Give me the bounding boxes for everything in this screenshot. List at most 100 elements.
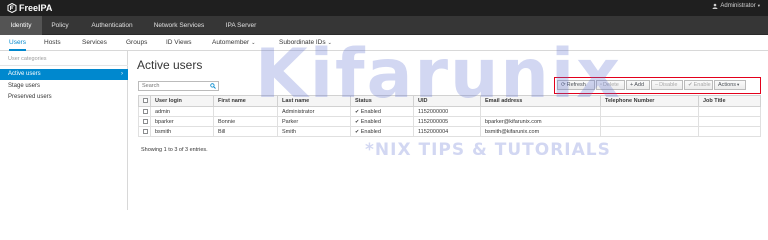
- email-cell: bsmith@kifarunix.com: [480, 126, 601, 137]
- sidebar-item-stage-users[interactable]: Stage users: [0, 81, 128, 92]
- tab-authentication[interactable]: Authentication: [80, 16, 144, 35]
- job-title-cell: [698, 106, 761, 117]
- check-icon: ✔: [355, 118, 360, 125]
- table-row: bsmith Bill Smith ✔ Enabled 1152000004 b…: [138, 126, 761, 137]
- row-select-cell: [138, 116, 151, 127]
- column-header[interactable]: UID: [413, 95, 481, 107]
- phone-cell: [600, 116, 699, 127]
- subtab-services[interactable]: Services: [82, 35, 107, 51]
- secondary-nav: Users Hosts Services Groups ID Views Aut…: [0, 35, 768, 51]
- sidebar-item-preserved-users[interactable]: Preserved users: [0, 92, 128, 103]
- column-header[interactable]: Status: [350, 95, 414, 107]
- phone-cell: [600, 106, 699, 117]
- tab-network-services[interactable]: Network Services: [144, 16, 214, 35]
- subtab-id-views[interactable]: ID Views: [166, 35, 192, 51]
- first-name-cell: [213, 106, 278, 117]
- column-header[interactable]: First name: [213, 95, 278, 107]
- select-all-checkbox[interactable]: [143, 98, 148, 104]
- row-checkbox[interactable]: [143, 108, 148, 114]
- status-label: Enabled: [360, 108, 381, 115]
- actions-dropdown[interactable]: Actions ▾: [714, 80, 746, 90]
- freeipa-logo-icon: [7, 3, 17, 13]
- search-icon: [209, 83, 216, 89]
- tab-policy[interactable]: Policy: [42, 16, 78, 35]
- masthead: FreeIPA Administrator ▾: [0, 0, 768, 16]
- tab-identity[interactable]: Identity: [0, 16, 42, 35]
- table-row: admin Administrator ✔ Enabled 1152000000: [138, 106, 761, 117]
- divider: [0, 65, 128, 66]
- status-cell: ✔ Enabled: [350, 106, 414, 117]
- disable-label: Disable: [659, 82, 678, 88]
- row-checkbox[interactable]: [143, 118, 148, 124]
- column-header[interactable]: User login: [150, 95, 214, 107]
- brand-logo[interactable]: FreeIPA: [7, 2, 52, 14]
- refresh-button[interactable]: ⟳ Refresh: [557, 80, 595, 90]
- user-login-link[interactable]: bsmith: [150, 126, 214, 137]
- last-name-cell: Parker: [277, 116, 351, 127]
- subtab-subordinate-ids-label: Subordinate IDs: [279, 39, 326, 46]
- row-select-cell: [138, 106, 151, 117]
- user-login-link[interactable]: admin: [150, 106, 214, 117]
- enable-label: Enable: [693, 82, 711, 88]
- refresh-label: Refresh: [566, 82, 586, 88]
- email-cell: [480, 106, 601, 117]
- actions-label: Actions: [718, 82, 737, 88]
- subtab-automember[interactable]: Automember ⌄: [212, 35, 255, 51]
- select-all-cell: [138, 95, 151, 107]
- delete-label: Delete: [602, 82, 619, 88]
- check-icon: ✔: [688, 82, 693, 88]
- check-icon: ✔: [355, 128, 360, 135]
- column-header[interactable]: Email address: [480, 95, 601, 107]
- check-icon: ✔: [355, 108, 360, 115]
- enable-button[interactable]: ✔ Enable: [684, 80, 713, 90]
- user-menu[interactable]: Administrator ▾: [712, 3, 760, 9]
- column-header[interactable]: Telephone Number: [600, 95, 699, 107]
- row-select-cell: [138, 126, 151, 137]
- row-checkbox[interactable]: [143, 128, 148, 134]
- subtab-groups[interactable]: Groups: [126, 35, 147, 51]
- sidebar-item-active-users[interactable]: Active users ›: [0, 69, 128, 80]
- chevron-down-icon: ⌄: [251, 40, 256, 46]
- main-content: Active users ⟳Refresh ▫Delete +Add –Disa…: [129, 51, 768, 210]
- uid-cell: 1152000000: [413, 106, 481, 117]
- search-input[interactable]: [139, 82, 209, 90]
- subtab-subordinate-ids[interactable]: Subordinate IDs ⌄: [279, 35, 332, 51]
- uid-cell: 1152000004: [413, 126, 481, 137]
- user-icon: [712, 3, 718, 9]
- chevron-down-icon: ▾: [737, 82, 740, 87]
- users-table: User login First name Last name Status U…: [138, 95, 761, 137]
- brand-name: FreeIPA: [19, 3, 53, 13]
- status-label: Enabled: [360, 118, 381, 125]
- search-button[interactable]: [208, 82, 217, 90]
- chevron-down-icon: ▾: [757, 3, 760, 8]
- table-header-row: User login First name Last name Status U…: [138, 95, 761, 107]
- last-name-cell: Administrator: [277, 106, 351, 117]
- first-name-cell: Bonnie: [213, 116, 278, 127]
- delete-button[interactable]: ▫ Delete: [596, 80, 625, 90]
- subtab-users[interactable]: Users: [9, 35, 26, 51]
- job-title-cell: [698, 126, 761, 137]
- last-name-cell: Smith: [277, 126, 351, 137]
- status-cell: ✔ Enabled: [350, 126, 414, 137]
- primary-nav: Identity Policy Authentication Network S…: [0, 16, 768, 35]
- minus-icon: –: [655, 82, 659, 88]
- column-header[interactable]: Last name: [277, 95, 351, 107]
- status-label: Enabled: [360, 128, 381, 135]
- first-name-cell: Bill: [213, 126, 278, 137]
- add-button[interactable]: + Add: [626, 80, 650, 90]
- column-header[interactable]: Job Title: [698, 95, 761, 107]
- user-login-link[interactable]: bparker: [150, 116, 214, 127]
- disable-button[interactable]: – Disable: [651, 80, 683, 90]
- add-label: Add: [634, 82, 645, 88]
- subtab-hosts[interactable]: Hosts: [44, 35, 61, 51]
- search-box: [138, 81, 219, 91]
- trash-icon: ▫: [600, 82, 602, 88]
- sidebar-category-heading: User categories: [8, 56, 47, 62]
- status-cell: ✔ Enabled: [350, 116, 414, 127]
- table-row: bparker Bonnie Parker ✔ Enabled 11520000…: [138, 116, 761, 127]
- phone-cell: [600, 126, 699, 137]
- chevron-right-icon: ›: [121, 71, 123, 77]
- plus-icon: +: [630, 82, 634, 88]
- page-title: Active users: [137, 58, 203, 72]
- tab-ipa-server[interactable]: IPA Server: [214, 16, 268, 35]
